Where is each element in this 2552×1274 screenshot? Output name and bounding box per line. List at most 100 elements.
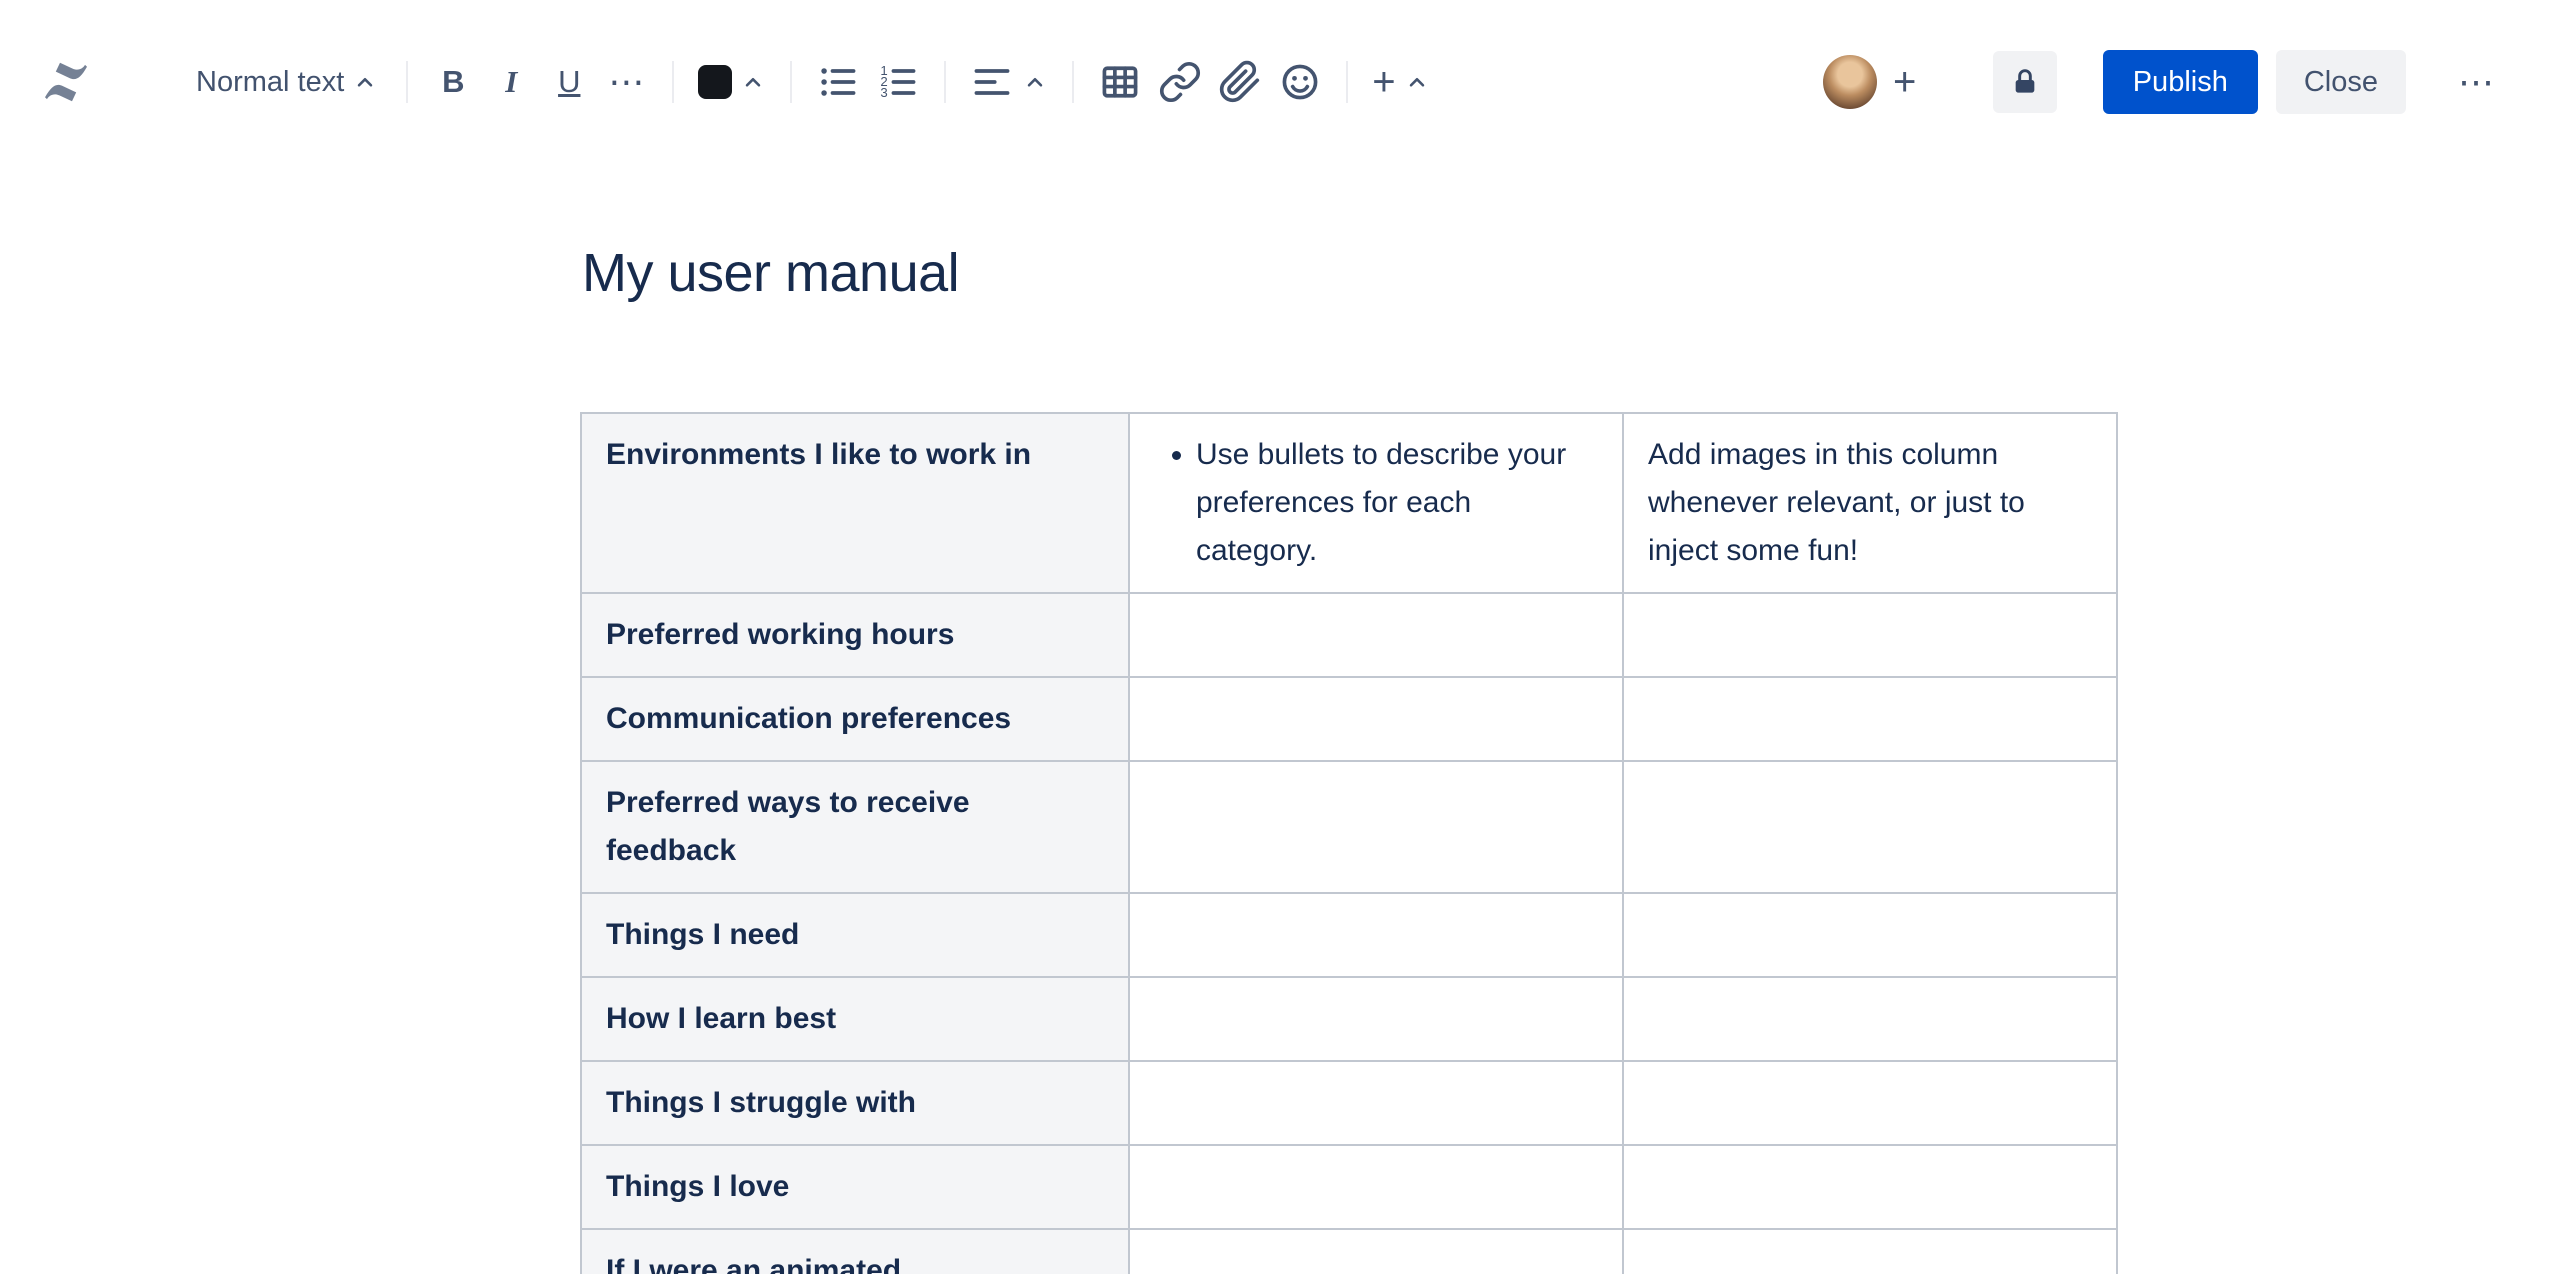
bullet-item: Use bullets to describe your preferences… (1196, 431, 1598, 575)
bullet-list: Use bullets to describe your preferences… (1154, 431, 1598, 575)
table-cell[interactable] (1128, 1143, 1624, 1230)
table-row-label[interactable]: Environments I like to work in (580, 411, 1130, 594)
table-cell[interactable]: Use bullets to describe your preferences… (1128, 411, 1624, 594)
table-row: Things I love (580, 1143, 2118, 1230)
text-color-button[interactable] (690, 52, 774, 112)
attachment-button[interactable] (1210, 52, 1270, 112)
bullet-list-icon (821, 68, 856, 96)
align-left-icon (974, 69, 1010, 95)
page-title[interactable]: My user manual (582, 242, 2552, 306)
table-row: Communication preferences (580, 675, 2118, 762)
table-cell[interactable] (1622, 759, 2118, 894)
chevron-up-icon (1028, 77, 1043, 87)
table-cell[interactable] (1622, 1059, 2118, 1146)
editor-content: My user manual Environments I like to wo… (0, 242, 2552, 1274)
italic-icon: I (505, 64, 518, 99)
close-button[interactable]: Close (2275, 50, 2406, 114)
table-row-label[interactable]: Things I need (580, 891, 1130, 978)
more-actions-button[interactable]: ⋯ (2446, 51, 2508, 113)
row-label-text: Things I struggle with (606, 1085, 916, 1119)
restrictions-button[interactable] (1992, 51, 2057, 113)
svg-text:3: 3 (881, 85, 888, 100)
lock-icon (2015, 69, 2035, 93)
publish-button[interactable]: Publish (2102, 50, 2258, 114)
cell-note-text: Add images in this column whenever relev… (1648, 437, 2025, 567)
alignment-button[interactable] (962, 52, 1056, 112)
table-row-label[interactable]: How I learn best (580, 975, 1130, 1062)
insert-more-button[interactable]: + (1364, 52, 1437, 112)
table-icon (1102, 66, 1138, 98)
numbered-list-icon: 1 2 3 (881, 63, 916, 100)
row-label-text: If I were an animated gif/meme/animal/so… (606, 1253, 902, 1274)
add-collaborator-button[interactable]: + (1881, 54, 1929, 110)
table-row: If I were an animated gif/meme/animal/so… (580, 1227, 2118, 1274)
row-label-text: Preferred working hours (606, 617, 955, 651)
table-cell[interactable] (1128, 675, 1624, 762)
table-cell[interactable] (1622, 591, 2118, 678)
bold-button[interactable]: B (424, 52, 482, 112)
chevron-up-icon (746, 77, 761, 87)
bold-icon: B (442, 64, 465, 99)
table-row: Preferred working hours (580, 591, 2118, 678)
user-avatar[interactable] (1822, 55, 1877, 109)
table-cell[interactable] (1128, 1227, 1624, 1274)
add-collaborator-icon: + (1893, 60, 1917, 104)
table-cell[interactable] (1622, 675, 2118, 762)
table-cell[interactable] (1128, 891, 1624, 978)
italic-button[interactable]: I (482, 52, 540, 112)
table-cell[interactable] (1128, 759, 1624, 894)
row-label-text: Things I love (606, 1169, 790, 1203)
toolbar-separator (406, 61, 409, 103)
table-row-label[interactable]: Things I love (580, 1143, 1130, 1230)
emoji-button[interactable] (1270, 52, 1330, 112)
toolbar-separator (790, 61, 793, 103)
emoji-icon (1282, 64, 1318, 100)
row-label-text: Environments I like to work in (606, 437, 1032, 471)
table-row-label[interactable]: Things I struggle with (580, 1059, 1130, 1146)
confluence-logo-icon (45, 62, 87, 102)
paperclip-icon (1220, 60, 1260, 103)
toolbar-separator (1072, 61, 1075, 103)
table-row: Things I need (580, 891, 2118, 978)
table-cell[interactable] (1128, 591, 1624, 678)
table-row: Preferred ways to receive feedback (580, 759, 2118, 894)
table-row-label[interactable]: If I were an animated gif/meme/animal/so… (580, 1227, 1130, 1274)
chevron-up-icon (358, 77, 373, 87)
row-label-text: Things I need (606, 917, 800, 951)
table-cell[interactable] (1622, 891, 2118, 978)
text-color-swatch-icon (698, 65, 733, 99)
insert-link-button[interactable] (1150, 52, 1210, 112)
more-formatting-icon: ⋯ (608, 61, 647, 102)
table-row: Environments I like to work in Use bulle… (580, 411, 2118, 594)
underline-icon: U (558, 64, 581, 99)
underline-button[interactable]: U (540, 52, 598, 112)
table-row-label[interactable]: Preferred working hours (580, 591, 1130, 678)
plus-icon: + (1372, 60, 1396, 104)
table-row: How I learn best (580, 975, 2118, 1062)
row-label-text: How I learn best (606, 1001, 837, 1035)
insert-table-button[interactable] (1090, 52, 1150, 112)
confluence-logo[interactable] (36, 52, 96, 112)
table-cell[interactable] (1622, 975, 2118, 1062)
row-label-text: Communication preferences (606, 701, 1012, 735)
link-icon (1160, 61, 1201, 103)
table-cell[interactable] (1622, 1227, 2118, 1274)
numbered-list-button[interactable]: 1 2 3 (868, 52, 928, 112)
table-cell[interactable] (1128, 975, 1624, 1062)
more-formatting-button[interactable]: ⋯ (598, 52, 656, 112)
toolbar-separator (944, 61, 947, 103)
table-row-label[interactable]: Preferred ways to receive feedback (580, 759, 1130, 894)
editor-toolbar: Normal text B I U ⋯ 1 2 3 + + Publish Cl… (0, 0, 2552, 164)
user-manual-table: Environments I like to work in Use bulle… (580, 411, 2118, 1274)
text-style-dropdown[interactable]: Normal text (184, 52, 390, 112)
table-row: Things I struggle with (580, 1059, 2118, 1146)
toolbar-separator (1346, 61, 1349, 103)
table-cell[interactable]: Add images in this column whenever relev… (1622, 411, 2118, 594)
row-label-text: Preferred ways to receive feedback (606, 785, 970, 867)
table-cell[interactable] (1622, 1143, 2118, 1230)
toolbar-separator (672, 61, 675, 103)
table-cell[interactable] (1128, 1059, 1624, 1146)
text-style-value: Normal text (196, 65, 345, 98)
bullet-list-button[interactable] (808, 52, 868, 112)
table-row-label[interactable]: Communication preferences (580, 675, 1130, 762)
